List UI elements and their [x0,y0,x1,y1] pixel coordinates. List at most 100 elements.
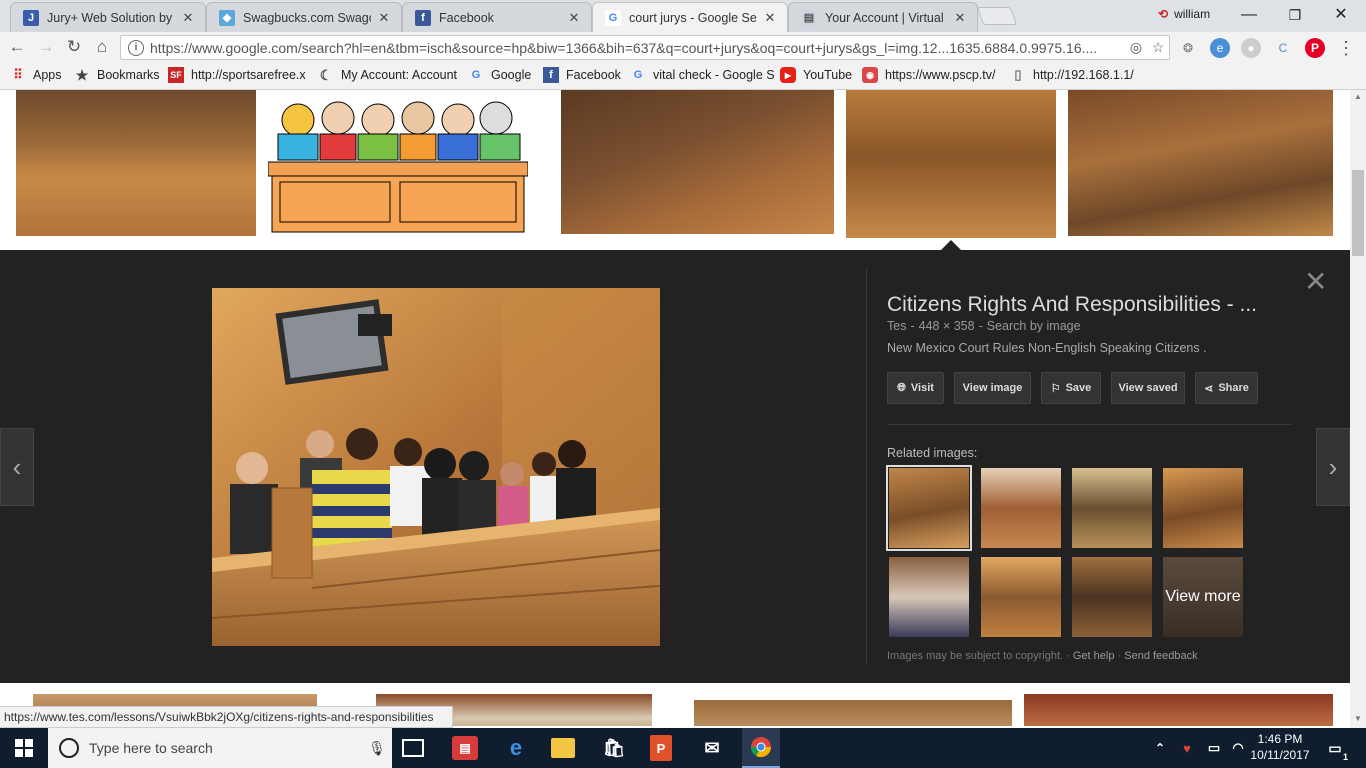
site-info-icon[interactable]: i [128,39,144,56]
profile-button[interactable]: ⟲ william [1158,7,1210,21]
close-tab-icon[interactable]: ✕ [181,10,195,26]
scroll-down-arrow-icon[interactable]: ▼ [1350,714,1366,723]
bookmark-youtube[interactable]: ▶ YouTube [780,67,852,83]
microphone-icon[interactable]: 🎙︎ [362,740,392,757]
pdf-app-icon[interactable]: P [650,735,672,761]
scroll-up-arrow-icon[interactable]: ▲ [1350,92,1366,101]
close-tab-icon[interactable]: ✕ [953,10,967,26]
bookmark-router[interactable]: ▯ http://192.168.1.1/ [1010,67,1133,83]
tray-app-icon[interactable]: ♥ [1175,734,1199,762]
google-favicon: G [605,10,621,26]
bookmark-pscp[interactable]: ◉ https://www.pscp.tv/ [862,67,995,83]
new-tab-button[interactable] [976,7,1018,25]
search-by-image-link[interactable]: Search by image [987,319,1081,333]
reload-button[interactable]: ↻ [62,36,86,58]
image-source: Tes [887,319,907,333]
scrollbar-thumb[interactable] [1352,170,1364,256]
status-bar-url: https://www.tes.com/lessons/VsuiwkBbk2jO… [0,706,453,728]
tab-swagbucks[interactable]: ◆ Swagbucks.com Swago. F ✕ [206,2,402,32]
bookmark-my-account[interactable]: ☾ My Account: Account [318,67,457,83]
store-icon[interactable]: 🛍︎ [600,734,628,762]
close-window-button[interactable]: ✕ [1318,4,1364,26]
restore-button[interactable]: ❐ [1272,4,1318,26]
result-thumbnail[interactable] [561,90,834,234]
related-image-thumbnail[interactable] [886,465,972,551]
related-images-label: Related images: [887,446,978,460]
jury-favicon: J [23,9,39,26]
visit-button[interactable]: 🌐︎ Visit [887,372,944,404]
battery-icon[interactable]: ▭ [1202,734,1226,762]
menu-icon[interactable]: ⋮ [1336,38,1356,58]
result-thumbnail[interactable] [1068,90,1333,236]
pinterest-icon[interactable]: P [1305,38,1325,58]
close-tab-icon[interactable]: ✕ [763,10,777,26]
result-thumbnail[interactable] [16,90,256,236]
close-tab-icon[interactable]: ✕ [567,10,581,26]
taskbar-search-box[interactable]: Type here to search 🎙︎ [48,728,392,768]
chrome-taskbar-button[interactable] [742,728,780,768]
related-image-thumbnail[interactable] [1163,468,1243,548]
edge-browser-icon[interactable]: e [502,734,530,762]
system-clock[interactable]: 1:46 PM 10/11/2017 [1244,731,1316,763]
related-image-thumbnail[interactable] [981,557,1061,637]
view-image-button[interactable]: View image [954,372,1031,404]
bookmark-sportsarefree[interactable]: SF http://sportsarefree.x [168,67,306,83]
notifications-icon[interactable]: ▭ 1 [1322,734,1348,762]
mail-icon[interactable]: ✉ [698,734,726,762]
extension-icon[interactable]: ● [1241,38,1261,58]
get-help-link[interactable]: Get help [1073,650,1115,662]
home-button[interactable]: ⌂ [90,36,114,58]
forward-button[interactable]: → [34,36,58,58]
page-scrollbar[interactable]: ▲ ▼ [1350,90,1366,728]
bookmark-label: https://www.pscp.tv/ [885,68,996,82]
related-image-thumbnail[interactable] [1072,557,1152,637]
result-thumbnail-cartoon-jury[interactable] [267,90,529,236]
result-thumbnail[interactable] [1024,694,1333,726]
address-bar[interactable]: i https://www.google.com/search?hl=en&tb… [120,35,1170,60]
reader-app-icon[interactable]: ▤ [452,736,478,760]
extension-icon[interactable]: C [1273,38,1293,58]
task-view-icon[interactable] [402,739,424,757]
result-thumbnail-selected[interactable] [846,90,1056,238]
bookmark-google[interactable]: G Google [468,67,532,83]
tab-court-jurys[interactable]: G court jurys - Google Sear ✕ [592,2,788,33]
minimize-button[interactable]: — [1226,4,1272,26]
bookmark-vital-check[interactable]: Gvital check - Google S [630,67,775,83]
close-preview-icon[interactable]: ✕ [1304,268,1327,296]
bookmark-bookmarks[interactable]: ★ Bookmarks [74,67,160,83]
bookmark-star-icon[interactable]: ☆ [1147,39,1169,56]
tab-your-account[interactable]: ▤ Your Account | Virtual Re ✕ [788,2,978,32]
extension-icon[interactable]: ❂ [1178,38,1198,58]
view-saved-button[interactable]: View saved [1111,372,1185,404]
result-thumbnail[interactable] [694,700,1012,726]
related-image-thumbnail[interactable] [981,468,1061,548]
page-icon: ▯ [1014,67,1022,82]
save-button[interactable]: ⚐ Save [1041,372,1101,404]
panel-divider [866,268,867,664]
bookmark-label: Google [491,68,532,82]
file-explorer-icon[interactable] [551,738,575,758]
back-button[interactable]: ← [5,36,29,58]
send-feedback-link[interactable]: Send feedback [1124,650,1197,662]
copyright-text: Images may be subject to copyright. [887,650,1064,662]
bookmark-label: YouTube [803,68,853,82]
show-hidden-icons[interactable]: ⌃ [1150,734,1170,762]
address-url[interactable]: https://www.google.com/search?hl=en&tbm=… [150,40,1125,56]
extension-icon[interactable]: e [1210,38,1230,58]
previous-image-button[interactable]: ‹ [0,428,34,506]
location-icon[interactable]: ◎ [1125,39,1147,56]
bookmark-apps[interactable]: ⠿ Apps [10,67,61,83]
next-image-button[interactable]: › [1316,428,1350,506]
tab-jury-web-solution[interactable]: J Jury+ Web Solution by Ju ✕ [10,2,206,32]
preview-image[interactable] [211,288,661,646]
start-button[interactable] [0,728,48,768]
bookmark-facebook[interactable]: f Facebook [543,67,621,83]
related-image-thumbnail[interactable] [889,557,969,637]
view-more-button[interactable]: View more [1163,557,1243,637]
preview-title[interactable]: Citizens Rights And Responsibilities - .… [887,293,1257,317]
share-button[interactable]: ⋖ Share [1195,372,1258,404]
youtube-icon: ▶ [780,67,796,83]
related-image-thumbnail[interactable] [1072,468,1152,548]
close-tab-icon[interactable]: ✕ [377,10,391,26]
tab-facebook[interactable]: f Facebook ✕ [402,2,592,32]
